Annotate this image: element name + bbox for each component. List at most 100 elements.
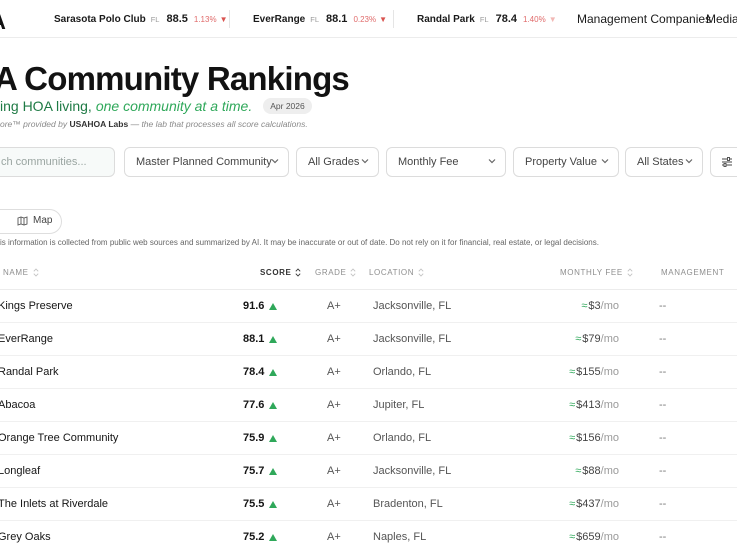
column-header-label: Location xyxy=(369,268,415,277)
page-title: A Community Rankings xyxy=(0,60,350,97)
byline-lab-link[interactable]: USAHOA Labs xyxy=(69,119,128,129)
view-toggle: Map xyxy=(0,209,62,234)
trend-up-icon xyxy=(269,401,278,409)
grades-select[interactable]: All Grades xyxy=(296,147,379,177)
trend-up-icon xyxy=(269,302,278,310)
monthly-fee-cell: ≈$79/mo xyxy=(575,333,619,345)
location-cell: Orlando, FL xyxy=(373,366,432,378)
column-header-grade[interactable]: Grade xyxy=(315,268,356,277)
ticker-name: Randal Park xyxy=(417,14,475,25)
location-cell: Bradenton, FL xyxy=(373,498,443,510)
table-row[interactable]: Kings Preserve 91.6 A+ Jacksonville, FL ≈$3/… xyxy=(0,290,737,323)
column-header-label: Grade xyxy=(315,268,347,277)
score-cell: 75.7 xyxy=(243,465,278,477)
table-row[interactable]: EverRange 88.1 A+ Jacksonville, FL ≈$79/mo -- xyxy=(0,323,737,356)
monthly-fee-cell: ≈$156/mo xyxy=(569,432,619,444)
property-value-select[interactable]: Property Value xyxy=(513,147,619,177)
fee-period: /mo xyxy=(600,498,619,510)
monthly-fee-cell: ≈$413/mo xyxy=(569,399,619,411)
column-header-label: Management xyxy=(661,268,725,277)
community-name-link[interactable]: Longleaf xyxy=(0,465,40,477)
nav-media[interactable]: Media xyxy=(706,12,737,26)
tagline: ing HOA living, one community at a time.… xyxy=(0,98,312,114)
column-header-score[interactable]: Score xyxy=(260,268,301,277)
score-cell: 75.5 xyxy=(243,498,278,510)
score-value: 75.7 xyxy=(243,465,265,477)
tagline-emphasis: one community at a time. xyxy=(95,98,253,114)
community-name-link[interactable]: Abacoa xyxy=(0,399,35,411)
fee-period: /mo xyxy=(600,531,619,543)
table-row[interactable]: Randal Park 78.4 A+ Orlando, FL ≈$155/mo -- xyxy=(0,356,737,389)
ticker-score: 78.4 xyxy=(495,13,517,25)
ticker-bar: A Sarasota Polo Club FL 88.5 1.13% ▼ Eve… xyxy=(0,0,737,38)
search-input[interactable]: ch communities... xyxy=(0,147,115,177)
chevron-down-icon xyxy=(361,159,369,164)
management-cell: -- xyxy=(659,399,667,411)
fee-value: $155 xyxy=(576,366,601,378)
score-value: 91.6 xyxy=(243,300,265,312)
community-name-link[interactable]: Grey Oaks xyxy=(0,531,51,543)
nav-management-companies[interactable]: Management Companies xyxy=(577,12,711,26)
column-header-location[interactable]: Location xyxy=(369,268,424,277)
community-type-select[interactable]: Master Planned Community xyxy=(124,147,289,177)
trend-up-icon xyxy=(269,500,278,508)
table-row[interactable]: Abacoa 77.6 A+ Jupiter, FL ≈$413/mo -- xyxy=(0,389,737,422)
trend-up-icon xyxy=(269,533,278,541)
fee-period: /mo xyxy=(600,432,619,444)
down-arrow-icon: ▼ xyxy=(548,15,557,24)
table-row[interactable]: Longleaf 75.7 A+ Jacksonville, FL ≈$88/mo -- xyxy=(0,455,737,488)
community-name-link[interactable]: Orange Tree Community xyxy=(0,432,118,444)
location-cell: Jacksonville, FL xyxy=(373,333,452,345)
community-type-value: Master Planned Community xyxy=(136,156,272,168)
score-value: 75.5 xyxy=(243,498,265,510)
ticker-score: 88.1 xyxy=(326,13,348,25)
table-row[interactable]: Grey Oaks 75.2 A+ Naples, FL ≈$659/mo -- xyxy=(0,521,737,553)
grade-cell: A+ xyxy=(327,333,341,345)
management-cell: -- xyxy=(659,366,667,378)
ticker-item[interactable]: Randal Park FL 78.4 1.40% ▼ xyxy=(417,13,557,25)
ticker-item[interactable]: EverRange FL 88.1 0.23% ▼ xyxy=(253,13,387,25)
column-header-name[interactable]: Name xyxy=(3,268,39,277)
column-header-label: Score xyxy=(260,268,292,277)
score-cell: 75.9 xyxy=(243,432,278,444)
states-select[interactable]: All States xyxy=(625,147,703,177)
states-value: All States xyxy=(637,156,684,168)
grades-value: All Grades xyxy=(308,156,360,168)
sort-icon xyxy=(32,268,39,277)
filter-settings-button[interactable] xyxy=(710,147,737,177)
approx-icon: ≈ xyxy=(569,498,576,510)
tab-map[interactable]: Map xyxy=(17,215,52,226)
score-cell: 75.2 xyxy=(243,531,278,543)
score-cell: 91.6 xyxy=(243,300,278,312)
score-cell: 77.6 xyxy=(243,399,278,411)
community-name-link[interactable]: The Inlets at Riverdale xyxy=(0,498,108,510)
monthly-fee-cell: ≈$659/mo xyxy=(569,531,619,543)
sort-icon xyxy=(627,268,633,277)
brand-logo[interactable]: A xyxy=(0,9,6,35)
ticker-state: FL xyxy=(479,15,489,24)
chevron-down-icon xyxy=(601,159,609,164)
column-header-monthly-fee[interactable]: Monthly Fee xyxy=(560,268,633,277)
community-name-link[interactable]: Randal Park xyxy=(0,366,59,378)
grade-cell: A+ xyxy=(327,300,341,312)
management-cell: -- xyxy=(659,300,667,312)
monthly-fee-cell: ≈$155/mo xyxy=(569,366,619,378)
monthly-fee-cell: ≈$3/mo xyxy=(581,300,619,312)
monthly-fee-select[interactable]: Monthly Fee xyxy=(386,147,506,177)
ticker-change: 1.13% xyxy=(193,15,217,24)
score-value: 75.2 xyxy=(243,531,265,543)
approx-icon: ≈ xyxy=(581,300,588,312)
community-name-link[interactable]: Kings Preserve xyxy=(0,300,73,312)
fee-value: $79 xyxy=(582,333,601,345)
sort-icon xyxy=(295,268,301,277)
ticker-change: 0.23% xyxy=(353,15,377,24)
ticker-item[interactable]: Sarasota Polo Club FL 88.5 1.13% ▼ xyxy=(54,13,227,25)
table-row[interactable]: The Inlets at Riverdale 75.5 A+ Bradenton, … xyxy=(0,488,737,521)
score-value: 78.4 xyxy=(243,366,265,378)
table-row[interactable]: Orange Tree Community 75.9 A+ Orlando, FL ≈$… xyxy=(0,422,737,455)
trend-up-icon xyxy=(269,368,278,376)
fee-period: /mo xyxy=(600,366,619,378)
score-cell: 88.1 xyxy=(243,333,278,345)
community-name-link[interactable]: EverRange xyxy=(0,333,53,345)
sliders-icon xyxy=(722,157,732,167)
